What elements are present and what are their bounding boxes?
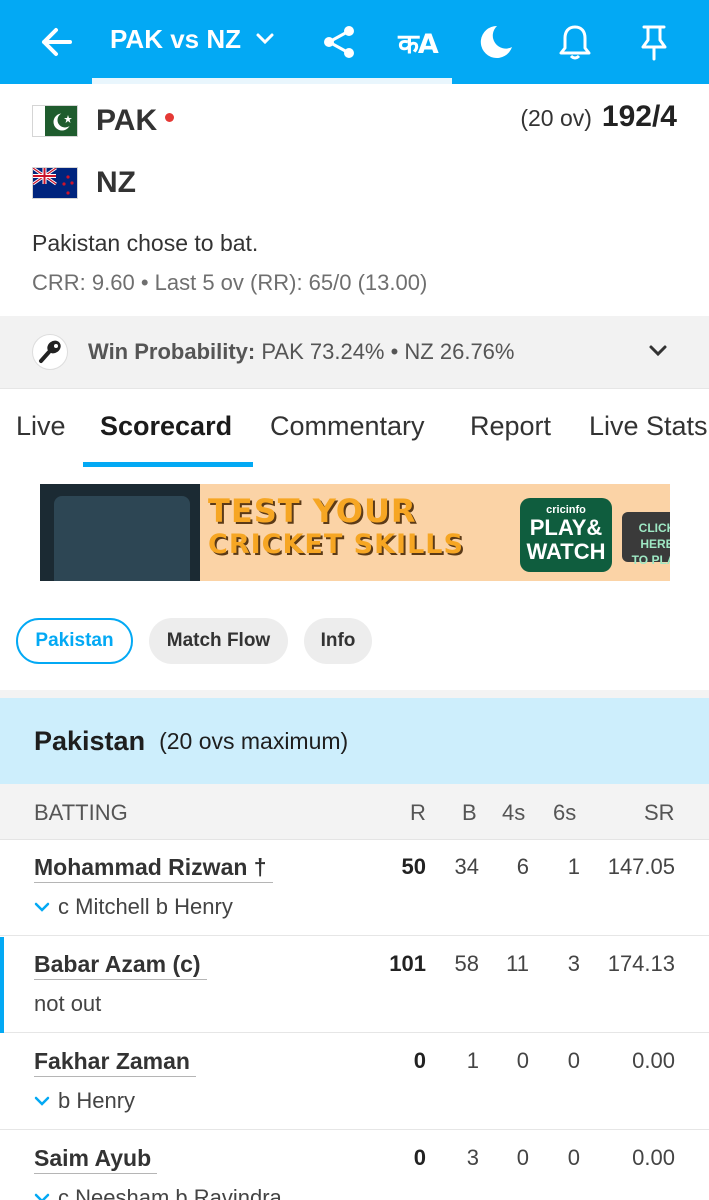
toss-info: Pakistan chose to bat.: [32, 230, 259, 256]
dismissal-text: not out: [34, 991, 102, 1016]
sixes-value: 0: [567, 1145, 580, 1170]
tab-bar: Live Scorecard Commentary Report Live St…: [0, 388, 709, 468]
col-batting: BATTING: [34, 800, 128, 825]
col-fours: 4s: [502, 800, 526, 825]
strike-rate-value: 147.05: [607, 854, 675, 879]
chevron-down-icon: [34, 1095, 50, 1107]
col-runs: R: [410, 800, 426, 825]
sixes-value: 1: [567, 854, 580, 879]
sixes-value: 0: [567, 1048, 580, 1073]
innings-subtitle: (20 ovs maximum): [159, 727, 349, 754]
run-rate-info: CRR: 9.60 • Last 5 ov (RR): 65/0 (13.00): [32, 270, 428, 295]
new-zealand-flag-icon: [32, 167, 78, 199]
pill-info[interactable]: Info: [304, 618, 372, 664]
balls-value: 3: [466, 1145, 479, 1170]
pin-icon[interactable]: [634, 0, 674, 84]
tab-scorecard[interactable]: Scorecard: [100, 411, 232, 442]
runs-value: 50: [401, 854, 426, 879]
chevron-down-icon: [255, 32, 275, 46]
table-row: Mohammad Rizwan † c Mitchell b Henry 50 …: [0, 840, 709, 936]
ad-headline-line1: TEST YOUR: [208, 492, 417, 530]
sixes-value: 3: [567, 951, 580, 976]
cta-line2: TO PLAY: [631, 553, 670, 567]
balls-value: 58: [454, 951, 479, 976]
balls-value: 1: [466, 1048, 479, 1073]
pill-match-flow[interactable]: Match Flow: [149, 618, 288, 664]
team2-row: NZ: [32, 166, 136, 200]
active-tab-indicator: [83, 462, 253, 467]
tab-live[interactable]: Live: [16, 411, 66, 442]
team1-overs: (20 ov): [520, 105, 592, 131]
back-arrow-icon[interactable]: [34, 0, 78, 84]
badge-line1: PLAY&: [529, 515, 603, 540]
strike-rate-value: 0.00: [632, 1048, 675, 1073]
innings-team: Pakistan: [34, 725, 146, 756]
table-row: Fakhar Zaman b Henry 0 1 0 0 0.00: [0, 1034, 709, 1130]
win-probability-value: PAK 73.24% • NZ 26.76%: [261, 339, 515, 364]
team1-row: PAK: [32, 104, 175, 138]
ad-cta-button[interactable]: CLICK HERE TO PLAY: [622, 512, 670, 567]
fours-value: 0: [516, 1145, 529, 1170]
runs-value: 0: [413, 1145, 426, 1170]
batting-header-row: BATTING R B 4s 6s SR: [0, 784, 709, 840]
team1-name: PAK: [96, 104, 158, 137]
fours-value: 0: [516, 1048, 529, 1073]
win-probability-bar[interactable]: Win Probability: PAK 73.24% • NZ 26.76%: [0, 316, 709, 388]
tab-report[interactable]: Report: [470, 411, 551, 442]
match-title: PAK vs NZ: [110, 23, 241, 54]
share-icon[interactable]: [318, 0, 360, 84]
team1-score: (20 ov) 192/4: [520, 100, 677, 134]
batter-name[interactable]: Babar Azam (c): [34, 951, 207, 980]
innings-header: Pakistan (20 ovs maximum): [0, 698, 709, 784]
batter-name[interactable]: Mohammad Rizwan †: [34, 854, 273, 883]
bell-icon[interactable]: [554, 0, 596, 84]
pakistan-flag-icon: [32, 105, 78, 137]
dismissal-toggle[interactable]: b Henry: [34, 1088, 135, 1114]
table-row: Babar Azam (c) not out 101 58 11 3 174.1…: [0, 937, 709, 1033]
section-gap: [0, 690, 709, 698]
tab-live-stats[interactable]: Live Stats: [589, 411, 708, 442]
header-strip: [92, 78, 452, 84]
live-indicator-dot: [165, 112, 175, 122]
team1-runs: 192/4: [601, 100, 677, 133]
strike-rate-value: 0.00: [632, 1145, 675, 1170]
moon-icon[interactable]: [474, 0, 518, 84]
col-balls: B: [462, 800, 477, 825]
balls-value: 34: [454, 854, 479, 879]
chevron-down-icon: [34, 1192, 50, 1200]
app-bar: PAK vs NZ कA: [0, 0, 709, 84]
pill-pakistan[interactable]: Pakistan: [16, 618, 133, 664]
cta-line1: CLICK HERE: [638, 521, 670, 551]
batter-name[interactable]: Saim Ayub: [34, 1145, 158, 1174]
dismissal-text: b Henry: [58, 1088, 136, 1113]
fours-value: 6: [516, 854, 529, 879]
tab-commentary[interactable]: Commentary: [270, 411, 425, 442]
runs-value: 0: [413, 1048, 426, 1073]
match-title-dropdown[interactable]: PAK vs NZ: [110, 0, 275, 78]
win-probability-title: Win Probability:: [88, 339, 256, 364]
ad-banner[interactable]: TEST YOUR CRICKET SKILLS cricinfo PLAY& …: [40, 484, 670, 581]
runs-value: 101: [389, 951, 426, 976]
dismissal-toggle[interactable]: c Neesham b Ravindra: [34, 1185, 282, 1200]
play-watch-badge: cricinfo PLAY& WATCH: [520, 498, 612, 572]
badge-line2: WATCH: [526, 539, 606, 564]
ad-headline-line2: CRICKET SKILLS: [208, 529, 464, 560]
microphone-icon: [32, 334, 68, 370]
language-icon[interactable]: कA: [390, 0, 446, 84]
dismissal-text: c Neesham b Ravindra: [58, 1185, 282, 1200]
chevron-down-icon[interactable]: [647, 340, 669, 367]
batter-name[interactable]: Fakhar Zaman: [34, 1048, 196, 1077]
fours-value: 11: [506, 951, 529, 976]
win-probability-label: Win Probability: PAK 73.24% • NZ 26.76%: [88, 339, 514, 365]
team2-name: NZ: [96, 166, 136, 199]
phone-image: [40, 484, 200, 581]
col-sixes: 6s: [553, 800, 577, 825]
chevron-down-icon: [34, 901, 50, 913]
dismissal-text: c Mitchell b Henry: [58, 894, 233, 919]
strike-rate-value: 174.13: [607, 951, 675, 976]
dismissal-toggle[interactable]: c Mitchell b Henry: [34, 894, 233, 920]
col-strike-rate: SR: [644, 800, 675, 825]
table-row: Saim Ayub c Neesham b Ravindra 0 3 0 0 0…: [0, 1131, 709, 1200]
ad-headline: TEST YOUR CRICKET SKILLS: [208, 494, 464, 562]
